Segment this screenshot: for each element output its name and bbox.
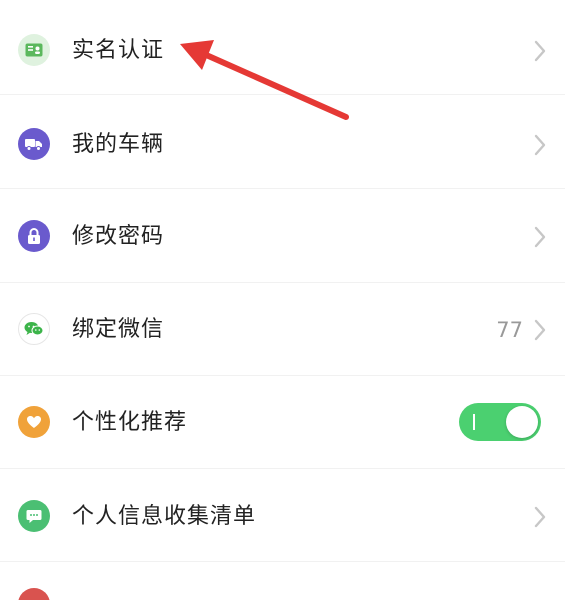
settings-item-change-password[interactable]: 修改密码: [0, 190, 565, 283]
chevron-right-icon: [534, 506, 546, 528]
settings-item-bind-wechat[interactable]: 绑定微信 77: [0, 283, 565, 376]
toggle-knob: [506, 406, 538, 438]
chevron-right-icon: [534, 134, 546, 156]
settings-item-my-vehicles[interactable]: 我的车辆: [0, 96, 565, 189]
settings-item-label: 个性化推荐: [72, 410, 188, 435]
chevron-right-icon: [534, 226, 546, 248]
partial-row-icon: [18, 588, 50, 600]
settings-item-personal-info-list[interactable]: 个人信息收集清单: [0, 469, 565, 562]
heart-icon: [18, 406, 50, 438]
personalized-recommendation-toggle[interactable]: [459, 403, 541, 441]
divider: [0, 561, 565, 562]
chat-icon: [18, 500, 50, 532]
settings-page: 实名认证 我的车辆 修改密码 绑定微信 77 个性化推荐 个人信息收集清单: [0, 0, 565, 600]
settings-item-label: 个人信息收集清单: [72, 504, 257, 529]
chevron-right-icon: [534, 40, 546, 62]
settings-item-label: 实名认证: [72, 38, 165, 63]
wechat-binding-value: 77: [496, 318, 523, 342]
id-card-icon: [18, 34, 50, 66]
settings-item-partial[interactable]: [0, 563, 565, 600]
toggle-on-indicator: [473, 414, 475, 430]
settings-item-label: 绑定微信: [72, 317, 165, 342]
wechat-icon: [18, 313, 50, 345]
chevron-right-icon: [534, 319, 546, 341]
lock-icon: [18, 220, 50, 252]
divider: [0, 94, 565, 95]
settings-item-label: 我的车辆: [72, 132, 165, 157]
divider: [0, 188, 565, 189]
settings-item-personalized-recommendation: 个性化推荐: [0, 376, 565, 469]
truck-icon: [18, 128, 50, 160]
settings-item-real-name-auth[interactable]: 实名认证: [0, 2, 565, 95]
settings-item-label: 修改密码: [72, 224, 165, 249]
